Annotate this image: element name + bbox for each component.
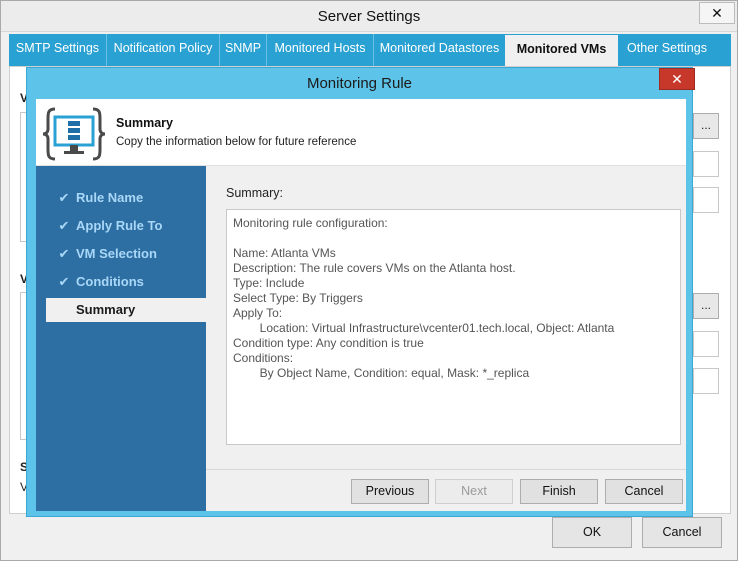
ok-button[interactable]: OK (552, 517, 632, 548)
tab-notification-policy[interactable]: Notification Policy (107, 34, 219, 66)
cancel-button[interactable]: Cancel (605, 479, 683, 504)
step-label: Rule Name (76, 190, 144, 205)
wizard-step-title: Summary (116, 116, 173, 130)
check-icon: ✔ (58, 218, 70, 233)
check-icon: ✔ (58, 274, 70, 289)
window-titlebar: Server Settings ✕ (1, 1, 737, 32)
step-apply-rule-to[interactable]: ✔ Apply Rule To (46, 214, 206, 238)
tab-other-settings[interactable]: Other Settings (618, 34, 716, 66)
tab-monitored-datastores[interactable]: Monitored Datastores (374, 34, 505, 66)
cancel-button[interactable]: Cancel (642, 517, 722, 548)
finish-button[interactable]: Finish (520, 479, 598, 504)
side-button[interactable] (693, 151, 719, 177)
browse-button[interactable]: ... (693, 293, 719, 319)
step-vm-selection[interactable]: ✔ VM Selection (46, 242, 206, 266)
next-button[interactable]: Next (435, 479, 513, 504)
side-button[interactable] (693, 331, 719, 357)
wizard-step-description: Copy the information below for future re… (116, 136, 357, 148)
step-label: Apply Rule To (76, 218, 163, 233)
step-label: Summary (76, 302, 136, 317)
check-icon: ✔ (58, 246, 70, 261)
previous-button[interactable]: Previous (351, 479, 429, 504)
side-button[interactable] (693, 187, 719, 213)
step-label: VM Selection (76, 246, 157, 261)
footer-divider (206, 469, 686, 470)
dialog-title: Monitoring Rule (306, 75, 413, 92)
browse-button[interactable]: ... (693, 113, 719, 139)
dialog-close-icon[interactable]: ✕ (659, 68, 695, 90)
window-title: Server Settings (317, 8, 421, 25)
step-rule-name[interactable]: ✔ Rule Name (46, 186, 206, 210)
summary-textbox[interactable]: Monitoring rule configuration: Name: Atl… (226, 209, 681, 445)
tab-monitored-vms[interactable]: Monitored VMs (505, 35, 618, 66)
side-button[interactable] (693, 368, 719, 394)
step-conditions[interactable]: ✔ Conditions (46, 270, 206, 294)
window-close-icon[interactable]: ✕ (699, 2, 735, 24)
step-label: Conditions (76, 274, 144, 289)
monitor-config-icon (42, 107, 106, 161)
monitoring-rule-dialog: Monitoring Rule ✕ Summary Copy the infor… (26, 67, 695, 517)
settings-tab-bar: SMTP Settings Notification Policy SNMP M… (9, 34, 731, 66)
tab-snmp[interactable]: SNMP (220, 34, 266, 66)
summary-text: Monitoring rule configuration: Name: Atl… (233, 216, 615, 380)
step-summary[interactable]: Summary (46, 298, 206, 322)
tab-monitored-hosts[interactable]: Monitored Hosts (267, 34, 373, 66)
check-icon: ✔ (58, 190, 70, 205)
dialog-content: Summary Copy the information below for f… (36, 99, 686, 511)
summary-label: Summary: (226, 186, 283, 200)
wizard-header: Summary Copy the information below for f… (36, 99, 686, 166)
wizard-steps-panel: ✔ Rule Name ✔ Apply Rule To ✔ VM Selecti… (36, 166, 206, 511)
tab-smtp-settings[interactable]: SMTP Settings (9, 34, 106, 66)
